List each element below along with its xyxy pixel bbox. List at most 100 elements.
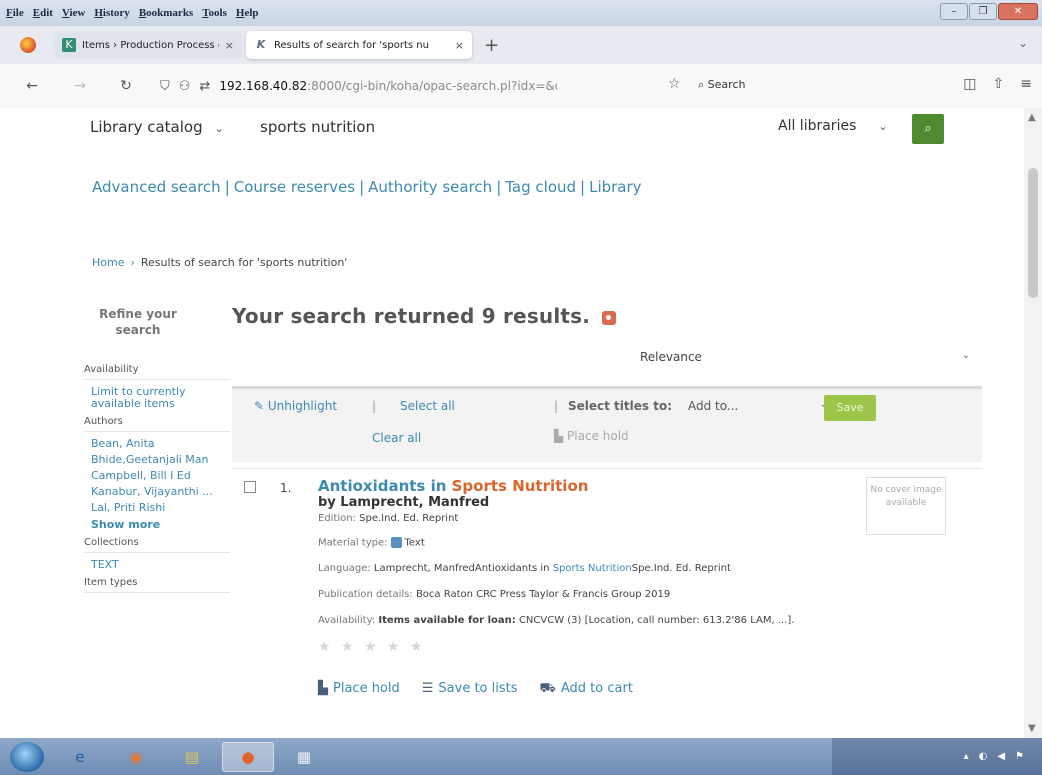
language-value: Lamprecht, ManfredAntioxidants in [373,563,553,574]
result-checkbox[interactable] [244,481,256,493]
show-more-link[interactable]: Show more [84,516,230,533]
internet-explorer-icon[interactable]: e [54,742,106,772]
menu-tools[interactable]: Tools [202,7,227,19]
firefox-icon[interactable] [20,37,36,53]
menu-help[interactable]: Help [236,7,259,19]
browser-search-box[interactable]: ⌕ Search [698,78,745,92]
results-count-text: Your search returned 9 results. [232,304,591,328]
language-highlight[interactable]: Sports Nutrition [553,563,632,574]
flag-icon[interactable]: ⚑ [1015,751,1024,762]
hamburger-menu-icon[interactable]: ≡ [1020,76,1032,92]
new-tab-icon[interactable]: + [484,35,499,56]
list-icon: ☰ [421,681,434,696]
star-rating[interactable]: ★ ★ ★ ★ ★ [318,639,426,655]
add-to-select[interactable]: Add to...⌄ [688,399,828,413]
advanced-search-link[interactable]: Advanced search [92,178,221,196]
menu-bookmarks[interactable]: Bookmarks [139,7,193,19]
language-value-tail: Spe.Ind. Ed. Reprint [631,563,731,574]
media-player-icon[interactable]: ◉ [110,742,162,772]
url-bar[interactable]: ⛉ ⚇ ⇄ 192.168.40.82:8000/cgi-bin/koha/op… [160,71,688,101]
select-all-link[interactable]: Select all [400,399,455,413]
maximize-button[interactable]: ❐ [969,3,997,20]
facet-author[interactable]: Kanabur, Vijayanthi ... [84,484,230,500]
result-number: 1. [280,481,292,495]
library-link[interactable]: Library [589,178,641,196]
permissions-icon[interactable]: ⚇ [179,79,191,94]
tag-cloud-link[interactable]: Tag cloud [505,178,576,196]
place-hold-link[interactable]: ▙ Place hold [318,681,400,698]
network-icon[interactable]: ◐ [979,751,988,762]
sort-select[interactable]: Relevance ⌄ [232,340,982,372]
bookmark-star-icon[interactable]: ☆ [668,76,681,92]
pocket-icon[interactable]: ◫ [963,76,976,92]
rss-feed-icon[interactable] [602,310,617,325]
scroll-down-icon[interactable]: ▼ [1028,723,1036,734]
minimize-button[interactable]: – [940,3,968,20]
close-tab-icon[interactable]: × [225,39,234,52]
availability-line: Availability: Items available for loan: … [318,615,794,626]
reload-icon[interactable]: ↻ [112,78,140,94]
facet-author[interactable]: Lal, Priti Rishi [84,500,230,516]
vertical-scrollbar[interactable]: ▲ ▼ [1024,108,1042,738]
breadcrumb-home-link[interactable]: Home [92,256,124,269]
save-to-lists-link[interactable]: ☰ Save to lists [422,681,518,698]
unhighlight-label: Unhighlight [267,399,338,413]
firefox-taskbar-icon[interactable]: ● [222,741,274,772]
facet-author[interactable]: Bean, Anita [84,436,230,452]
sort-select-value: Relevance [640,350,702,364]
authority-search-link[interactable]: Authority search [368,178,492,196]
back-icon[interactable]: ← [18,78,46,94]
library-select-value: All libraries [778,118,857,134]
course-reserves-link[interactable]: Course reserves [234,178,355,196]
facet-author[interactable]: Bhide,Geetanjali Man [84,452,230,468]
forward-icon[interactable]: → [66,78,94,94]
notepad-icon[interactable]: ▦ [278,742,330,772]
add-to-cart-link[interactable]: ⛟ Add to cart [540,681,633,698]
connection-icon[interactable]: ⇄ [199,79,210,94]
facet-author[interactable]: Campbell, Bill I Ed [84,468,230,484]
select-titles-label: Select titles to: [568,399,672,413]
chevron-down-icon: ⌄ [878,120,888,133]
menu-history[interactable]: History [94,7,129,19]
tray-arrow-icon[interactable]: ▴ [964,751,969,762]
list-tabs-chevron-icon[interactable]: ⌄ [1018,36,1028,50]
close-tab-icon[interactable]: × [455,39,464,52]
shield-icon[interactable]: ⛉ [160,79,170,94]
tab-items[interactable]: K Items › Production Process of × [54,31,242,59]
tab-bar: K Items › Production Process of × K Resu… [0,26,1042,64]
menu-file[interactable]: File [6,7,24,19]
result-author-link[interactable]: by Lamprecht, Manfred [318,495,489,510]
material-label: Material type: [318,537,388,549]
language-line: Language: Lamprecht, ManfredAntioxidants… [318,563,731,574]
close-window-button[interactable]: ✕ [998,3,1038,20]
scrollbar-thumb[interactable] [1028,168,1038,298]
extensions-icon[interactable]: ⇧ [993,76,1005,92]
catalog-select[interactable]: Library catalog ⌄ [90,118,224,136]
availability-value: CNCVCW (3) [Location, call number: 613.2… [518,615,795,626]
menu-edit[interactable]: Edit [33,7,53,19]
scroll-up-icon[interactable]: ▲ [1028,112,1036,123]
breadcrumb: Home › Results of search for 'sports nutri… [92,256,347,269]
save-button[interactable]: Save [824,395,876,421]
result-title-link[interactable]: Antioxidants in Sports Nutrition [318,477,588,495]
menu-view[interactable]: View [62,7,85,19]
facet-heading-authors: Authors [84,412,230,432]
search-input[interactable]: sports nutrition [260,118,375,136]
volume-icon[interactable]: ◀ [997,751,1005,762]
unhighlight-link[interactable]: ✎ Unhighlight [254,399,337,413]
publication-label: Publication details: [318,589,413,600]
facet-collection[interactable]: TEXT [84,557,230,573]
system-tray: ▴ ◐ ◀ ⚑ [832,738,1042,775]
tab-search-results[interactable]: K Results of search for 'sports nu × [246,31,472,59]
facet-limit-available[interactable]: Limit to currently available items [84,384,230,412]
clear-all-link[interactable]: Clear all [372,431,421,445]
chevron-down-icon: ⌄ [961,350,970,361]
book-icon [390,537,402,548]
file-explorer-icon[interactable]: ▤ [166,742,218,772]
edition-label: Edition: [318,513,356,524]
start-button[interactable] [10,741,44,772]
library-select[interactable]: All libraries ⌄ [778,118,888,134]
place-hold-toolbar-button[interactable]: ▙ Place hold [554,429,629,443]
search-button[interactable]: ⌕ [912,114,944,144]
menu-bar: File Edit View History Bookmarks Tools H… [0,0,1042,26]
